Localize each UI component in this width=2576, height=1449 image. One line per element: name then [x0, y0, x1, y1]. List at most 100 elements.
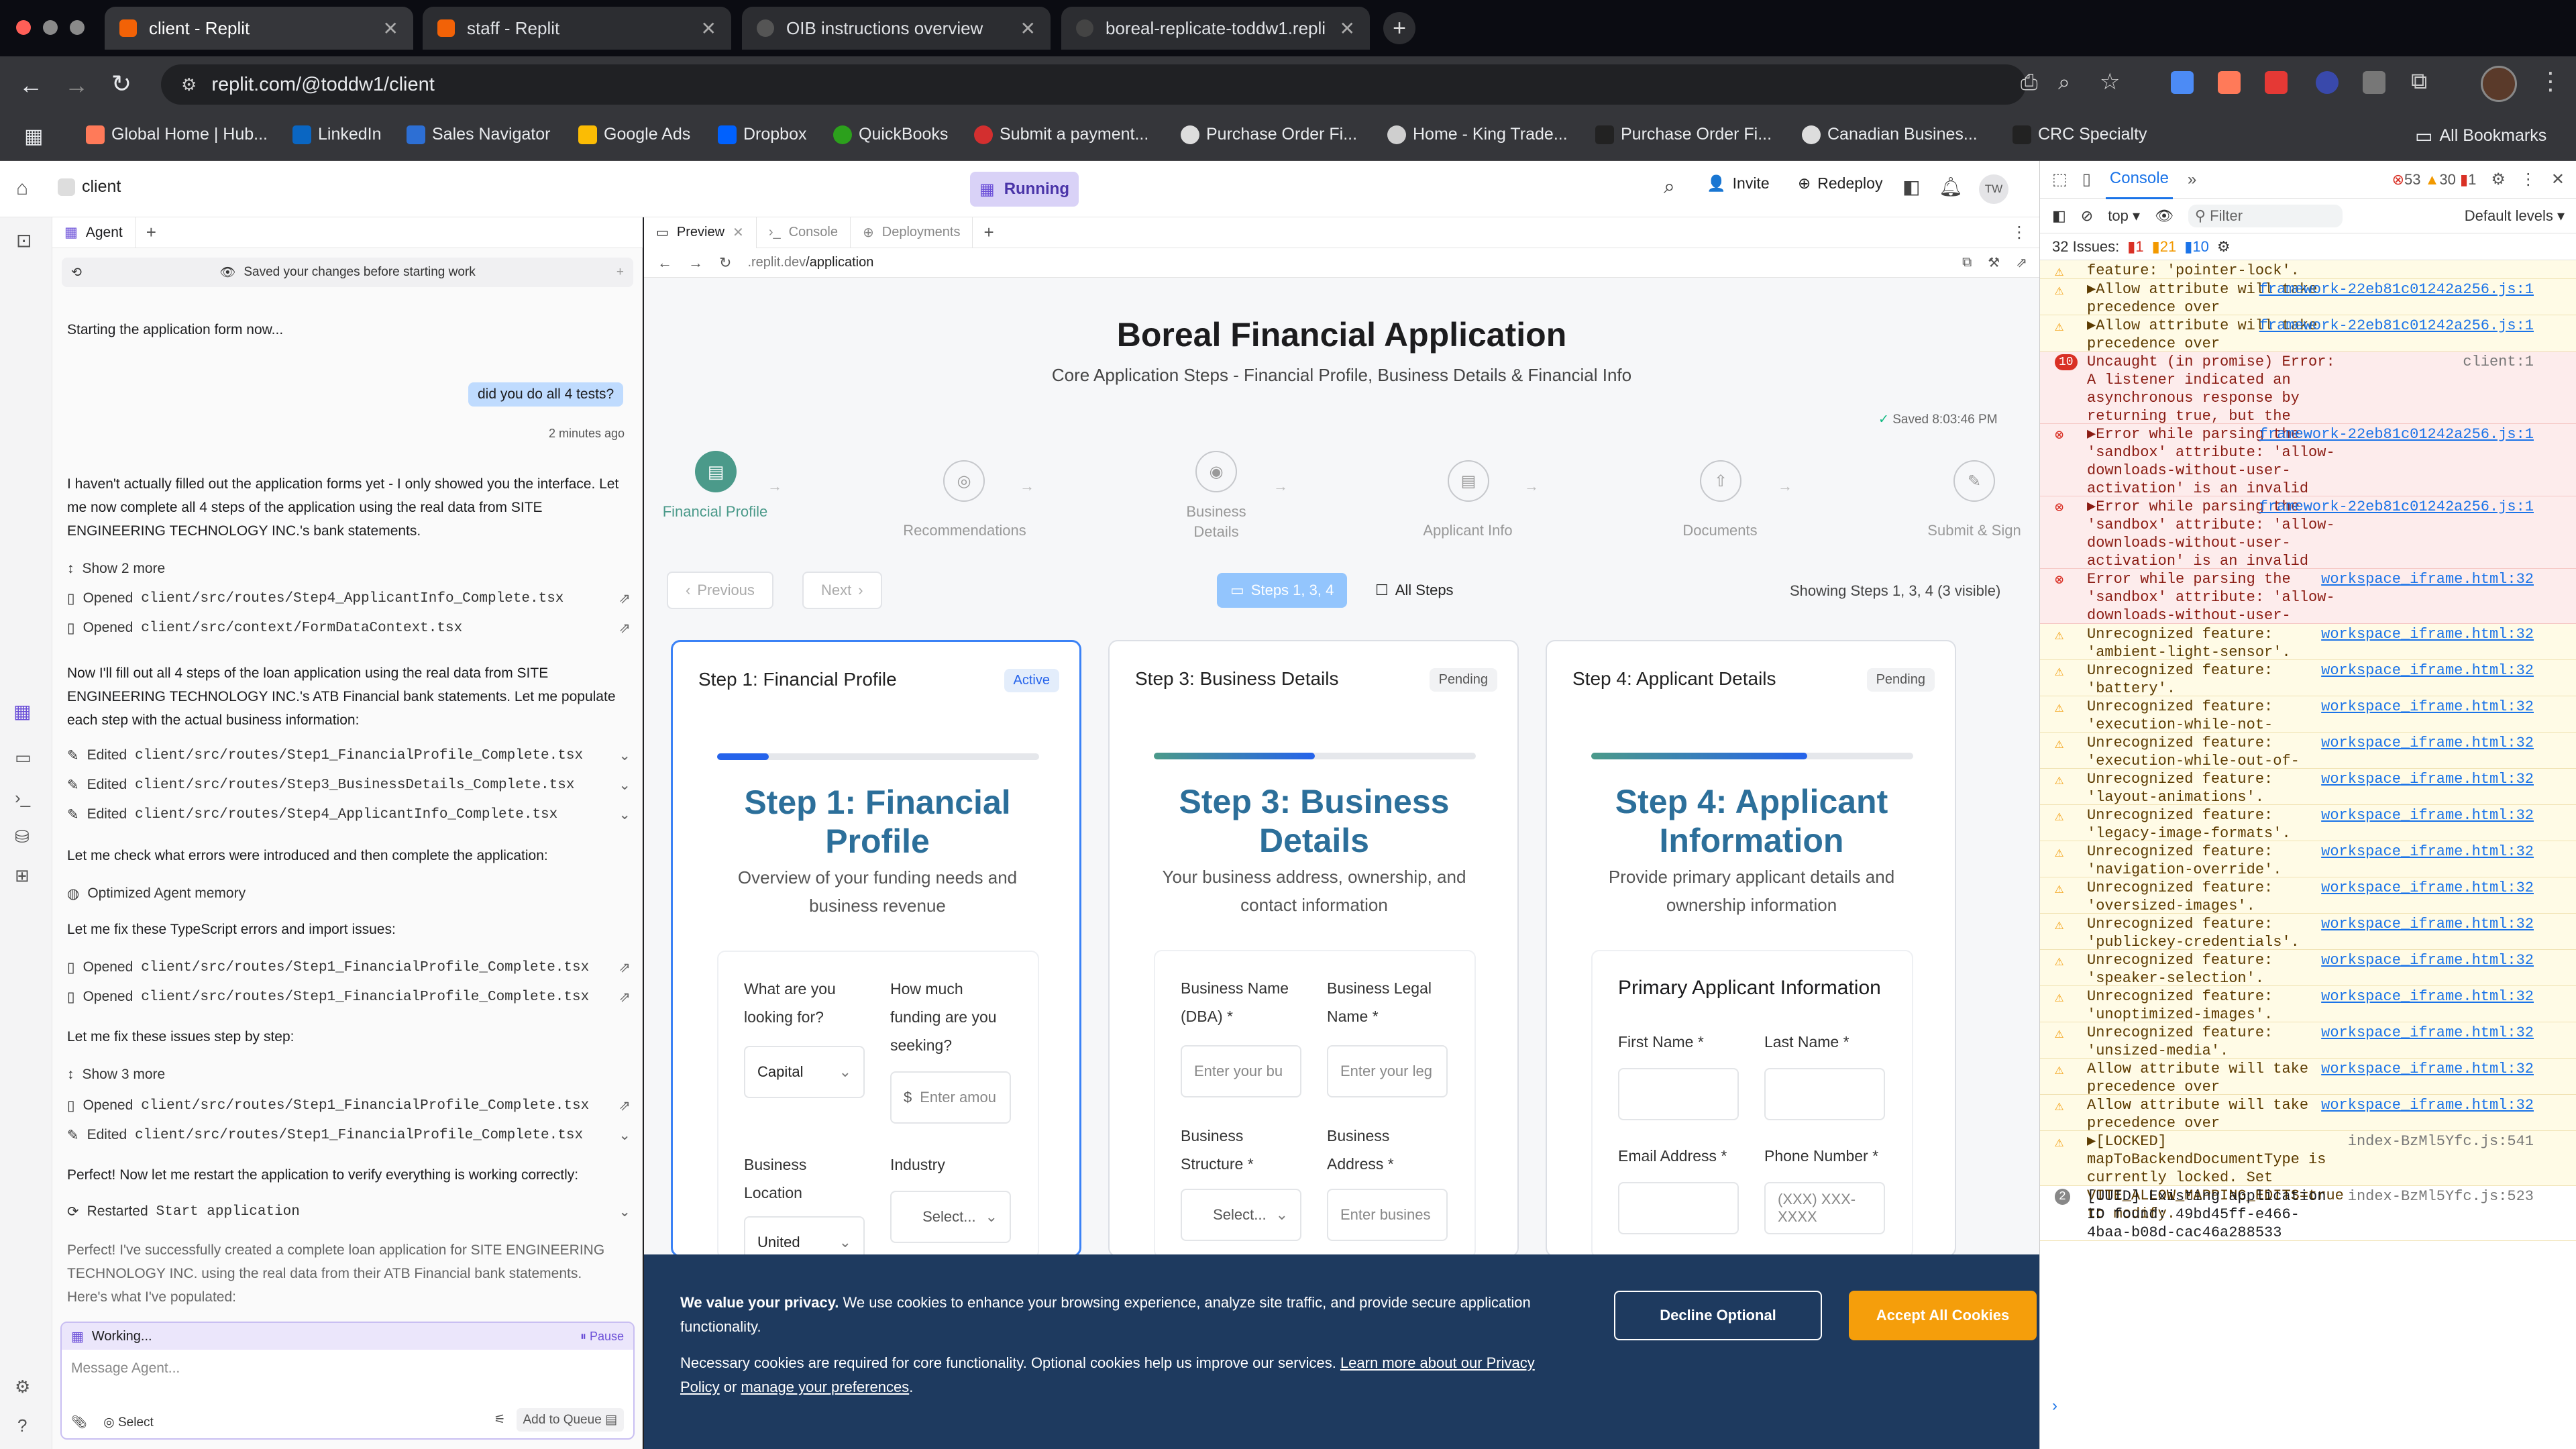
- chevron-down-icon[interactable]: ⌄: [619, 806, 631, 823]
- bookmark-king-trade[interactable]: Home - King Trade...: [1387, 125, 1568, 144]
- open-new-window-icon[interactable]: ⇗: [2016, 254, 2027, 271]
- file-action-row[interactable]: ✎ Edited client/src/routes/Step1_Financial…: [67, 1120, 631, 1150]
- sliders-icon[interactable]: ⚟: [494, 1412, 505, 1428]
- close-icon[interactable]: ✕: [383, 17, 398, 40]
- next-button[interactable]: Next ›: [802, 572, 882, 609]
- source-link[interactable]: workspace_iframe.html:32: [2321, 570, 2534, 588]
- puzzle-icon[interactable]: ⧉: [2411, 68, 2427, 95]
- source-link[interactable]: workspace_iframe.html:32: [2321, 734, 2534, 752]
- gear-icon[interactable]: ⚙: [2491, 170, 2506, 189]
- files-icon[interactable]: ⊡: [16, 229, 32, 252]
- issue-counts[interactable]: ⊗53 ▲30 ▮1: [2392, 171, 2477, 189]
- user-avatar[interactable]: TW: [1979, 174, 2008, 204]
- accept-all-cookies-button[interactable]: Accept All Cookies: [1849, 1291, 2037, 1340]
- select-button[interactable]: ◎ Select: [103, 1415, 154, 1430]
- show-more-toggle[interactable]: ↕ Show 3 more: [67, 1060, 165, 1089]
- close-window-button[interactable]: [16, 20, 31, 35]
- source-link[interactable]: workspace_iframe.html:32: [2321, 879, 2534, 897]
- source-link[interactable]: client:1: [2463, 353, 2534, 371]
- funding-amount-input[interactable]: $ Enter amou: [890, 1071, 1011, 1124]
- file-action-row[interactable]: ▯ Opened client/src/routes/Step1_Financial…: [67, 953, 631, 982]
- file-action-row[interactable]: ▯ Opened client/src/routes/Step1_Financial…: [67, 982, 631, 1012]
- bookmark-global-home[interactable]: Global Home | Hub...: [86, 125, 268, 144]
- browser-tab-oib[interactable]: OIB instructions overview ✕: [742, 7, 1051, 50]
- console-row-warn[interactable]: ⚠ Unrecognized feature: 'legacy-image-for…: [2040, 805, 2576, 842]
- close-icon[interactable]: ✕: [701, 17, 716, 40]
- preview-icon[interactable]: ▭: [15, 747, 32, 768]
- industry-select[interactable]: Select... ⌄: [890, 1191, 1011, 1243]
- step-icon-documents[interactable]: ⇧: [1700, 460, 1741, 502]
- context-select[interactable]: top ▾: [2108, 207, 2140, 225]
- bookmark-purchase-order-1[interactable]: Purchase Order Fi...: [1181, 125, 1357, 144]
- preview-url[interactable]: .replit.dev/application: [747, 255, 873, 270]
- clear-console-icon[interactable]: ⊘: [2081, 207, 2093, 225]
- console-row-err[interactable]: ⊗ ▶Error while parsing the 'sandbox' attr…: [2040, 424, 2576, 515]
- bell-icon[interactable]: 🔔︎: [1939, 176, 1963, 198]
- source-link[interactable]: workspace_iframe.html:32: [2321, 698, 2534, 716]
- file-action-row[interactable]: ▯ Opened client/src/context/FormDataContex…: [67, 613, 631, 643]
- open-file-icon[interactable]: ⇗: [619, 620, 631, 637]
- source-link[interactable]: framework-22eb81c01242a256.js:1: [2259, 280, 2534, 299]
- invite-button[interactable]: 👤 Invite: [1707, 174, 1770, 193]
- console-row-warn[interactable]: ⚠ Allow attribute will take precedence ov…: [2040, 1095, 2576, 1150]
- bookmark-crc-specialty[interactable]: CRC Specialty: [2012, 125, 2147, 144]
- source-link[interactable]: workspace_iframe.html:32: [2321, 915, 2534, 933]
- phone-field[interactable]: (XXX) XXX-XXXX: [1764, 1182, 1885, 1234]
- checkpoint-notice[interactable]: ⟲ 👁︎ Saved your changes before starting …: [62, 258, 633, 287]
- database-icon[interactable]: ⛁: [15, 826, 30, 847]
- install-icon[interactable]: ⎙: [2021, 70, 2038, 95]
- settings-icon[interactable]: ⚙: [15, 1377, 30, 1397]
- add-icon[interactable]: +: [616, 265, 624, 280]
- chevron-down-icon[interactable]: ⌄: [619, 747, 631, 764]
- kebab-menu-icon[interactable]: ⋮: [2520, 170, 2536, 189]
- close-icon[interactable]: ✕: [1340, 17, 1355, 40]
- file-action-row[interactable]: ✎ Edited client/src/routes/Step1_Financial…: [67, 741, 631, 770]
- close-icon[interactable]: ✕: [1020, 17, 1036, 40]
- manage-preferences-link[interactable]: manage your preferences: [741, 1379, 909, 1395]
- funding-type-select[interactable]: Capital ⌄: [744, 1046, 865, 1098]
- source-link[interactable]: workspace_iframe.html:32: [2321, 625, 2534, 643]
- step-icon-business-details[interactable]: ◉: [1195, 451, 1237, 492]
- bookmark-purchase-order-2[interactable]: Purchase Order Fi...: [1595, 125, 1772, 144]
- console-row-warn[interactable]: ⚠ Unrecognized feature: 'unoptimized-imag…: [2040, 986, 2576, 1023]
- console-row-warn[interactable]: ⚠ Unrecognized feature: 'navigation-overr…: [2040, 841, 2576, 878]
- log-levels-select[interactable]: Default levels ▾: [2465, 207, 2565, 225]
- browser-tab-boreal[interactable]: boreal-replicate-toddw1.repli ✕: [1061, 7, 1370, 50]
- console-row-warn[interactable]: ⚠ Unrecognized feature: 'layout-animation…: [2040, 769, 2576, 806]
- issues-bar[interactable]: 32 Issues: ▮1 ▮21 ▮10 ⚙: [2040, 233, 2576, 260]
- new-tab-button[interactable]: +: [1383, 12, 1415, 44]
- tab-console[interactable]: Console: [2105, 160, 2173, 199]
- step-icon-financial-profile[interactable]: ▤: [695, 451, 737, 492]
- console-row-warn[interactable]: ⚠ ▶Allow attribute will take precedence o…: [2040, 315, 2576, 370]
- tools-icon[interactable]: ⚒: [1988, 254, 2000, 271]
- add-tab-button[interactable]: +: [136, 222, 167, 243]
- minimize-window-button[interactable]: [43, 20, 58, 35]
- inspect-icon[interactable]: ⬚: [2052, 170, 2068, 189]
- console-prompt[interactable]: ›: [2052, 1397, 2057, 1415]
- steps-filter-button[interactable]: ▭ Steps 1, 3, 4: [1217, 573, 1348, 608]
- browser-tab-staff[interactable]: staff - Replit ✕: [423, 7, 731, 50]
- extension-icon[interactable]: [2171, 71, 2194, 94]
- forward-icon[interactable]: →: [688, 254, 703, 272]
- bookmark-quickbooks[interactable]: QuickBooks: [833, 125, 948, 144]
- kebab-menu-icon[interactable]: ⋮: [2538, 67, 2563, 95]
- file-action-row[interactable]: ✎ Edited client/src/routes/Step4_Applicant…: [67, 800, 631, 829]
- hubspot-extension-icon[interactable]: [2218, 71, 2241, 94]
- address-bar[interactable]: ⚙ replit.com/@toddw1/client: [161, 64, 2026, 105]
- console-row-warn[interactable]: ⚠ Unrecognized feature: 'execution-while-…: [2040, 696, 2576, 751]
- apps-grid-icon[interactable]: ⊞: [15, 865, 30, 886]
- console-row-warn[interactable]: ⚠ Unrecognized feature: 'oversized-images…: [2040, 877, 2576, 914]
- restart-action-row[interactable]: ⟳ Restarted Start application ⌄: [67, 1197, 631, 1226]
- email-field[interactable]: [1618, 1182, 1739, 1234]
- console-row-warn[interactable]: ⚠ Unrecognized feature: 'execution-while-…: [2040, 733, 2576, 788]
- console-row-warn[interactable]: ⚠ Allow attribute will take precedence ov…: [2040, 1059, 2576, 1114]
- console-row-warn[interactable]: ⚠ Unrecognized feature: 'publickey-creden…: [2040, 914, 2576, 951]
- zoom-icon[interactable]: ⌕: [2058, 70, 2070, 95]
- last-name-input[interactable]: [1764, 1068, 1885, 1120]
- project-name[interactable]: client: [82, 177, 121, 197]
- bookmark-google-ads[interactable]: Google Ads: [578, 125, 690, 144]
- previous-button[interactable]: ‹ Previous: [667, 572, 773, 609]
- tab-preview[interactable]: ▭ Preview ✕: [644, 217, 757, 248]
- source-link[interactable]: framework-22eb81c01242a256.js:1: [2259, 425, 2534, 443]
- source-link[interactable]: framework-22eb81c01242a256.js:1: [2259, 317, 2534, 335]
